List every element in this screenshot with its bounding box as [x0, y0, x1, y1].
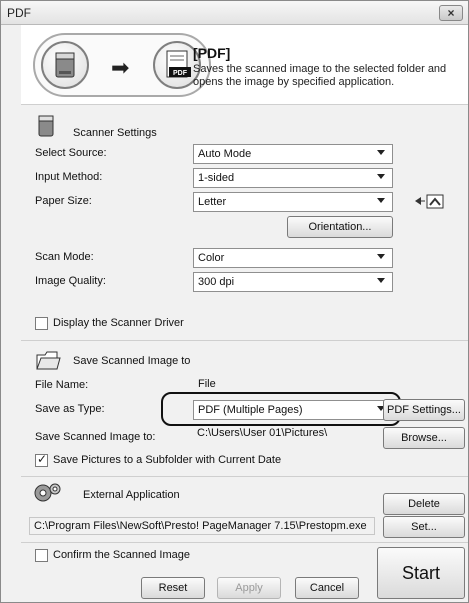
- input-method-dropdown[interactable]: 1-sided: [193, 168, 393, 188]
- pdf-dialog: PDF × ➡ PDF [PDF] Saves the scanned imag…: [0, 0, 469, 603]
- reset-button[interactable]: Reset: [141, 577, 205, 599]
- save-as-type-dropdown[interactable]: PDF (Multiple Pages): [193, 400, 393, 420]
- image-quality-value: 300 dpi: [198, 276, 235, 288]
- orientation-button[interactable]: Orientation...: [287, 216, 393, 238]
- header-title: [PDF]: [193, 45, 231, 61]
- folder-icon: [36, 351, 61, 370]
- external-app-heading: External Application: [83, 489, 180, 501]
- close-icon: ×: [447, 6, 455, 20]
- header-panel: ➡ PDF [PDF] Saves the scanned image to t…: [21, 25, 468, 105]
- footer: Confirm the Scanned Image Reset Apply Ca…: [21, 543, 468, 602]
- image-quality-label: Image Quality:: [35, 275, 106, 287]
- pdf-settings-button[interactable]: PDF Settings...: [383, 399, 465, 421]
- set-button[interactable]: Set...: [383, 516, 465, 538]
- application-icon: [34, 483, 61, 502]
- save-to-label: Save Scanned Image to:: [35, 431, 156, 443]
- external-app-section: External Application Delete C:\Program F…: [21, 477, 468, 543]
- input-method-label: Input Method:: [35, 171, 103, 183]
- save-as-type-value: PDF (Multiple Pages): [198, 404, 303, 416]
- orientation-icon: [415, 194, 444, 209]
- window-title: PDF: [7, 6, 31, 20]
- paper-size-label: Paper Size:: [35, 195, 92, 207]
- paper-size-value: Letter: [198, 196, 227, 208]
- browse-button[interactable]: Browse...: [383, 427, 465, 449]
- app-path-value: C:\Program Files\NewSoft\Presto! PageMan…: [34, 520, 367, 532]
- file-name-input[interactable]: File: [193, 375, 393, 393]
- chevron-down-icon: [377, 278, 385, 283]
- chevron-down-icon: [377, 198, 385, 203]
- confirm-label: Confirm the Scanned Image: [53, 549, 190, 561]
- subfolder-checkbox[interactable]: [35, 452, 48, 467]
- file-name-label: File Name:: [35, 379, 89, 391]
- paper-size-dropdown[interactable]: Letter: [193, 192, 393, 212]
- save-as-type-label: Save as Type:: [35, 403, 105, 415]
- scan-mode-value: Color: [198, 252, 225, 264]
- arrow-icon: ➡: [111, 55, 130, 80]
- header-description: Saves the scanned image to the selected …: [193, 63, 447, 88]
- save-section: Save Scanned Image to File Name: File Sa…: [21, 341, 468, 477]
- scan-mode-dropdown[interactable]: Color: [193, 248, 393, 268]
- close-button[interactable]: ×: [439, 5, 463, 21]
- title-bar: PDF ×: [1, 1, 468, 25]
- scanner-settings-section: Scanner Settings Select Source: Auto Mod…: [21, 105, 468, 341]
- confirm-checkbox[interactable]: [35, 549, 48, 562]
- chevron-down-icon: [377, 254, 385, 259]
- file-name-value: File: [198, 378, 216, 390]
- display-driver-checkbox[interactable]: [35, 317, 48, 330]
- scan-mode-label: Scan Mode:: [35, 251, 94, 263]
- input-method-value: 1-sided: [198, 172, 235, 184]
- app-path-field[interactable]: C:\Program Files\NewSoft\Presto! PageMan…: [29, 517, 375, 535]
- select-source-dropdown[interactable]: Auto Mode: [193, 144, 393, 164]
- apply-button[interactable]: Apply: [217, 577, 281, 599]
- scanner-settings-heading: Scanner Settings: [73, 127, 157, 139]
- scanner-circle: [41, 41, 89, 89]
- scanner-icon: [38, 115, 54, 137]
- save-to-path: C:\Users\User 01\Pictures\: [197, 427, 328, 439]
- start-button[interactable]: Start: [377, 547, 465, 599]
- scan-to-pdf-graphic: ➡ PDF: [33, 33, 211, 97]
- select-source-value: Auto Mode: [198, 148, 252, 160]
- image-quality-dropdown[interactable]: 300 dpi: [193, 272, 393, 292]
- display-driver-label: Display the Scanner Driver: [53, 317, 184, 329]
- chevron-down-icon: [377, 150, 385, 155]
- chevron-down-icon: [377, 174, 385, 179]
- scanner-icon: [55, 52, 75, 78]
- delete-button[interactable]: Delete: [383, 493, 465, 515]
- save-heading: Save Scanned Image to: [73, 355, 191, 367]
- subfolder-label: Save Pictures to a Subfolder with Curren…: [53, 454, 282, 466]
- cancel-button[interactable]: Cancel: [295, 577, 359, 599]
- select-source-label: Select Source:: [35, 147, 107, 159]
- pdf-badge: PDF: [173, 70, 188, 77]
